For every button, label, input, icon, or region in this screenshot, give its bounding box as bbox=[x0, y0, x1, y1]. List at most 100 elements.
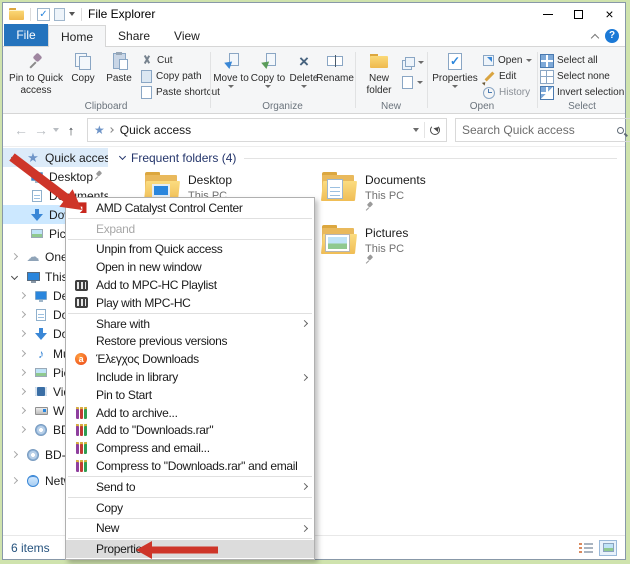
edit-button[interactable]: Edit bbox=[483, 69, 516, 84]
search-box[interactable] bbox=[455, 118, 630, 142]
properties-big-button[interactable]: ✓ Properties bbox=[431, 50, 479, 88]
desktop-icon bbox=[35, 291, 47, 300]
dropdown-caret-icon bbox=[418, 61, 424, 64]
pin-to-quick-access-button[interactable]: Pin to Quick access bbox=[7, 50, 65, 96]
refresh-icon[interactable] bbox=[430, 125, 440, 135]
easy-access-button[interactable] bbox=[402, 55, 424, 70]
invert-selection-button[interactable]: Invert selection bbox=[541, 85, 624, 100]
menu-item-open-in-new-window[interactable]: Open in new window bbox=[66, 258, 314, 276]
frequent-folders-header[interactable]: Frequent folders (4) bbox=[120, 151, 617, 165]
cut-button[interactable]: Cut bbox=[141, 53, 173, 68]
chevron-collapsed-icon[interactable] bbox=[11, 477, 18, 484]
tab-file[interactable]: File bbox=[4, 24, 48, 46]
menu-item-scan-downloads-avast[interactable]: a Έλεγχος Downloads bbox=[66, 350, 314, 368]
move-to-button[interactable]: Move to bbox=[213, 50, 249, 88]
sidebar-item-desktop[interactable]: Desktop bbox=[3, 167, 108, 186]
chevron-expanded-icon[interactable] bbox=[11, 154, 18, 161]
select-all-button[interactable]: Select all bbox=[541, 53, 598, 68]
recent-locations-caret-icon[interactable] bbox=[53, 128, 59, 132]
menu-item-properties[interactable]: Properties bbox=[66, 540, 314, 558]
qat-new-folder-button[interactable] bbox=[54, 8, 65, 21]
maximize-button[interactable] bbox=[563, 3, 594, 25]
chevron-collapsed-icon[interactable] bbox=[11, 253, 18, 260]
menu-item-send-to[interactable]: Send to bbox=[66, 478, 314, 496]
close-button[interactable]: × bbox=[594, 3, 625, 25]
chevron-expanded-icon[interactable] bbox=[119, 153, 126, 160]
menu-item-new[interactable]: New bbox=[66, 520, 314, 538]
mpc-hc-icon bbox=[75, 297, 88, 308]
new-item-button[interactable] bbox=[402, 75, 423, 90]
menu-item-compress-to-downloads-rar-and-email[interactable]: Compress to "Downloads.rar" and email bbox=[66, 457, 314, 475]
copy-path-button[interactable]: Copy path bbox=[141, 69, 202, 84]
breadcrumb-location[interactable]: Quick access bbox=[120, 123, 191, 137]
menu-item-play-with-mpc-hc[interactable]: Play with MPC-HC bbox=[66, 294, 314, 312]
menu-item-restore-previous-versions[interactable]: Restore previous versions bbox=[66, 333, 314, 351]
breadcrumb-chevron-icon[interactable] bbox=[108, 127, 114, 133]
history-button[interactable]: History bbox=[483, 85, 530, 100]
dropdown-caret-icon bbox=[228, 85, 234, 88]
copy-to-button[interactable]: Copy to bbox=[250, 50, 286, 88]
chevron-expanded-icon[interactable] bbox=[11, 273, 18, 280]
chevron-collapsed-icon[interactable] bbox=[19, 292, 26, 299]
menu-item-pin-to-start[interactable]: Pin to Start bbox=[66, 386, 314, 404]
thumbnail-icon bbox=[603, 543, 614, 552]
menu-item-expand[interactable]: Expand bbox=[66, 220, 314, 238]
separator bbox=[68, 218, 312, 219]
music-note-icon: ♪ bbox=[38, 348, 44, 360]
menu-item-add-to-downloads-rar[interactable]: Add to "Downloads.rar" bbox=[66, 422, 314, 440]
sidebar-item-quick-access[interactable]: ★ Quick access bbox=[3, 148, 108, 167]
search-input[interactable] bbox=[462, 123, 617, 137]
paste-shortcut-button[interactable]: Paste shortcut bbox=[141, 85, 220, 100]
tab-view[interactable]: View bbox=[162, 25, 212, 46]
menu-item-compress-and-email[interactable]: Compress and email... bbox=[66, 439, 314, 457]
forward-button[interactable]: → bbox=[31, 122, 51, 138]
chevron-collapsed-icon[interactable] bbox=[19, 388, 26, 395]
group-label-clipboard: Clipboard bbox=[3, 101, 209, 112]
minimize-button[interactable] bbox=[532, 3, 563, 25]
copy-button[interactable]: Copy bbox=[67, 50, 99, 85]
qat-customize-caret-icon[interactable] bbox=[69, 12, 75, 16]
chevron-collapsed-icon[interactable] bbox=[19, 407, 26, 414]
rename-icon bbox=[327, 56, 343, 66]
winrar-icon bbox=[76, 407, 87, 419]
thumbnails-view-button[interactable] bbox=[599, 540, 617, 556]
submenu-arrow-icon bbox=[301, 525, 308, 532]
rename-button[interactable]: Rename bbox=[315, 50, 355, 85]
address-dropdown-caret-icon[interactable] bbox=[413, 128, 419, 132]
chevron-collapsed-icon[interactable] bbox=[19, 426, 26, 433]
chevron-collapsed-icon[interactable] bbox=[19, 369, 26, 376]
address-box[interactable]: ★ Quick access bbox=[87, 118, 447, 142]
menu-item-share-with[interactable]: Share with bbox=[66, 315, 314, 333]
menu-item-add-to-archive[interactable]: Add to archive... bbox=[66, 404, 314, 422]
help-icon[interactable]: ? bbox=[605, 29, 619, 43]
address-bar-row: ← → ↑ ★ Quick access bbox=[3, 114, 625, 147]
close-icon: × bbox=[605, 7, 613, 21]
menu-item-amd-catalyst-control-center[interactable]: AMD Catalyst Control Center bbox=[66, 199, 314, 217]
submenu-arrow-icon bbox=[301, 483, 308, 490]
select-none-button[interactable]: Select none bbox=[541, 69, 610, 84]
downloads-arrow-icon bbox=[35, 328, 47, 340]
chevron-collapsed-icon[interactable] bbox=[19, 350, 26, 357]
new-folder-button[interactable]: New folder bbox=[359, 50, 399, 96]
tile-pictures[interactable]: Pictures This PC bbox=[322, 225, 408, 255]
back-button[interactable]: ← bbox=[11, 122, 31, 138]
tab-home[interactable]: Home bbox=[48, 25, 106, 47]
menu-item-unpin-from-quick-access[interactable]: Unpin from Quick access bbox=[66, 241, 314, 259]
drive-icon bbox=[35, 407, 48, 415]
winrar-icon bbox=[76, 424, 87, 436]
chevron-collapsed-icon[interactable] bbox=[19, 311, 26, 318]
menu-item-add-to-mpc-hc-playlist[interactable]: Add to MPC-HC Playlist bbox=[66, 276, 314, 294]
chevron-collapsed-icon[interactable] bbox=[19, 330, 26, 337]
details-view-button[interactable] bbox=[577, 540, 595, 556]
qat-properties-button[interactable]: ✓ bbox=[37, 8, 50, 21]
chevron-collapsed-icon[interactable] bbox=[11, 451, 18, 458]
up-button[interactable]: ↑ bbox=[61, 123, 81, 138]
tab-share[interactable]: Share bbox=[106, 25, 162, 46]
collapse-ribbon-icon[interactable] bbox=[591, 33, 599, 41]
menu-item-copy[interactable]: Copy bbox=[66, 499, 314, 517]
invert-selection-icon bbox=[541, 87, 553, 99]
tile-documents[interactable]: Documents This PC bbox=[322, 172, 426, 202]
paste-button[interactable]: Paste bbox=[101, 50, 137, 85]
open-button[interactable]: Open bbox=[483, 53, 532, 68]
menu-item-include-in-library[interactable]: Include in library bbox=[66, 368, 314, 386]
